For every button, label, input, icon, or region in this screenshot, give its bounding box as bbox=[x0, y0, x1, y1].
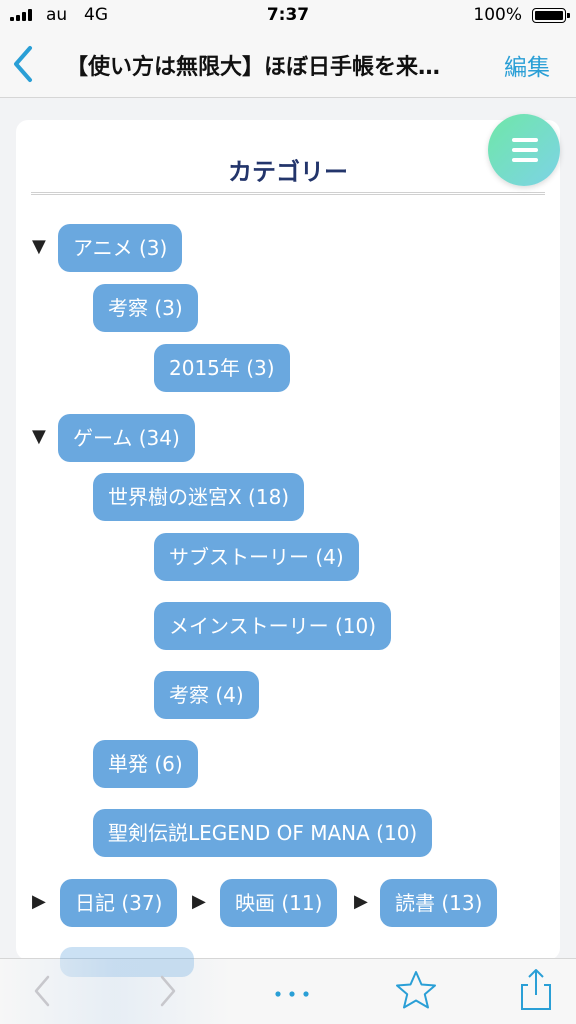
collapse-arrow-icon[interactable]: ▶ bbox=[192, 891, 206, 912]
share-icon bbox=[521, 969, 551, 1010]
favorite-button[interactable] bbox=[394, 969, 438, 1015]
more-icon bbox=[275, 991, 309, 997]
collapse-arrow-icon[interactable]: ▶ bbox=[354, 891, 368, 912]
share-button[interactable] bbox=[518, 967, 554, 1017]
forward-icon bbox=[160, 975, 176, 1007]
status-bar: au 4G 7:37 100% bbox=[0, 0, 576, 30]
category-tag-2015[interactable]: 2015年 (3) bbox=[154, 344, 290, 392]
bottom-toolbar bbox=[0, 947, 576, 1024]
menu-button[interactable] bbox=[488, 114, 560, 186]
category-tag-anime-study[interactable]: 考察 (3) bbox=[93, 284, 198, 332]
category-tag-game-study[interactable]: 考察 (4) bbox=[154, 671, 259, 719]
category-tag-sub-story[interactable]: サブストーリー (4) bbox=[154, 533, 359, 581]
category-tag-one-shot[interactable]: 単発 (6) bbox=[93, 740, 198, 788]
back-icon bbox=[34, 975, 50, 1007]
category-tag-legend-of-mana[interactable]: 聖剣伝説LEGEND OF MANA (10) bbox=[93, 809, 433, 857]
browser-back-button[interactable] bbox=[30, 971, 54, 1015]
expand-arrow-icon[interactable]: ▼ bbox=[32, 426, 46, 447]
category-tag-etrian-odyssey-x[interactable]: 世界樹の迷宮X (18) bbox=[93, 473, 305, 521]
browser-forward-button[interactable] bbox=[156, 971, 180, 1015]
category-tag-reading[interactable]: 読書 (13) bbox=[380, 879, 498, 927]
back-button[interactable] bbox=[10, 44, 40, 84]
page-title: 【使い方は無限大】ほぼ日手帳を来… bbox=[66, 55, 441, 80]
expand-arrow-icon[interactable]: ▼ bbox=[32, 236, 46, 257]
battery-icon bbox=[532, 8, 570, 23]
category-tag-movie[interactable]: 映画 (11) bbox=[220, 879, 338, 927]
category-tag-game[interactable]: ゲーム (34) bbox=[58, 414, 195, 462]
category-tag-anime[interactable]: アニメ (3) bbox=[58, 224, 183, 272]
battery-percent: 100% bbox=[473, 5, 522, 25]
collapse-arrow-icon[interactable]: ▶ bbox=[32, 891, 46, 912]
more-button[interactable] bbox=[272, 985, 312, 1004]
star-icon bbox=[396, 971, 436, 1009]
edit-button[interactable]: 編集 bbox=[504, 48, 550, 82]
heading-divider bbox=[31, 192, 545, 195]
navigation-bar: 【使い方は無限大】ほぼ日手帳を来… 編集 bbox=[0, 30, 576, 98]
category-tag-diary[interactable]: 日記 (37) bbox=[60, 879, 178, 927]
chevron-left-icon bbox=[14, 46, 32, 82]
category-tag-main-story[interactable]: メインストーリー (10) bbox=[154, 602, 392, 650]
